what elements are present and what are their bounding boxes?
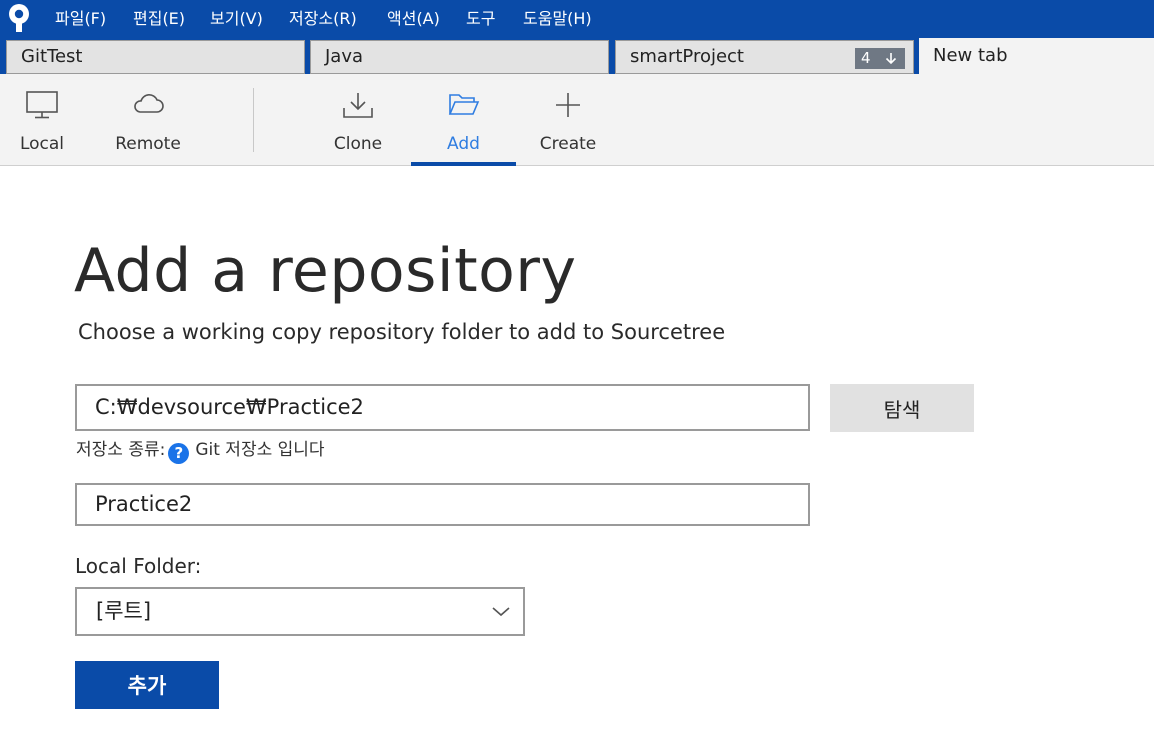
menu-actions[interactable]: 액션(A) — [387, 5, 440, 29]
local-folder-value: [루트] — [96, 599, 152, 623]
repo-type-label: 저장소 종류: — [76, 440, 166, 460]
local-folder-select[interactable]: [루트] — [75, 587, 525, 636]
local-folder-label: Local Folder: — [75, 554, 202, 578]
menu-edit[interactable]: 편집(E) — [133, 5, 185, 29]
path-value: C:₩devsource₩Practice2 — [95, 395, 364, 419]
tab-smartproject[interactable]: smartProject 4 — [615, 40, 914, 74]
arrow-down-icon — [885, 53, 897, 65]
tab-gittest[interactable]: GitTest — [6, 40, 305, 74]
path-input[interactable]: C:₩devsource₩Practice2 — [75, 384, 810, 431]
add-label: Add — [447, 134, 480, 154]
menu-tools[interactable]: 도구 — [466, 5, 495, 29]
sourcetree-logo-icon — [9, 4, 29, 32]
tab-java[interactable]: Java — [310, 40, 609, 74]
local-label: Local — [19, 134, 65, 154]
name-value: Practice2 — [95, 492, 193, 516]
browse-button[interactable]: 탐색 — [830, 384, 974, 432]
badge-count: 4 — [861, 49, 871, 67]
cloud-icon — [134, 94, 164, 113]
remote-label: Remote — [115, 134, 181, 154]
tab-label: smartProject — [630, 46, 744, 67]
create-button[interactable]: Create — [522, 74, 614, 164]
tab-label: New tab — [933, 45, 1008, 66]
toolbar: Local Remote Clone Add Create — [0, 74, 1154, 166]
plus-icon — [556, 93, 580, 117]
tab-label: Java — [325, 46, 364, 67]
page-title: Add a repository — [74, 236, 577, 306]
local-button[interactable]: Local — [0, 74, 84, 164]
chevron-down-icon — [492, 607, 510, 617]
tab-bar: GitTest Java smartProject 4 New tab — [0, 38, 1154, 74]
repo-type-info: 저장소 종류:? Git 저장소 입니다 — [76, 435, 325, 464]
pull-count-badge: 4 — [855, 48, 905, 69]
clone-label: Clone — [333, 134, 383, 154]
add-tab-button[interactable]: Add — [411, 74, 516, 166]
menu-view[interactable]: 보기(V) — [210, 5, 263, 29]
page-subtitle: Choose a working copy repository folder … — [78, 320, 726, 344]
menu-bar: 파일(F) 편집(E) 보기(V) 저장소(R) 액션(A) 도구 도움말(H) — [0, 0, 1154, 38]
tab-label: GitTest — [21, 46, 83, 67]
create-label: Create — [539, 134, 597, 154]
download-icon — [343, 93, 373, 118]
remote-button[interactable]: Remote — [104, 74, 192, 164]
add-button[interactable]: 추가 — [75, 661, 219, 709]
name-input[interactable]: Practice2 — [75, 483, 810, 526]
monitor-icon — [26, 91, 58, 119]
menu-help[interactable]: 도움말(H) — [523, 5, 592, 29]
help-icon[interactable]: ? — [168, 443, 190, 464]
repo-type-value: Git 저장소 입니다 — [195, 440, 325, 460]
folder-open-icon — [448, 94, 479, 115]
toolbar-divider — [253, 88, 254, 152]
menu-repository[interactable]: 저장소(R) — [289, 5, 357, 29]
tab-new[interactable]: New tab — [919, 38, 1154, 74]
menu-file[interactable]: 파일(F) — [55, 5, 106, 29]
clone-button[interactable]: Clone — [312, 74, 404, 164]
